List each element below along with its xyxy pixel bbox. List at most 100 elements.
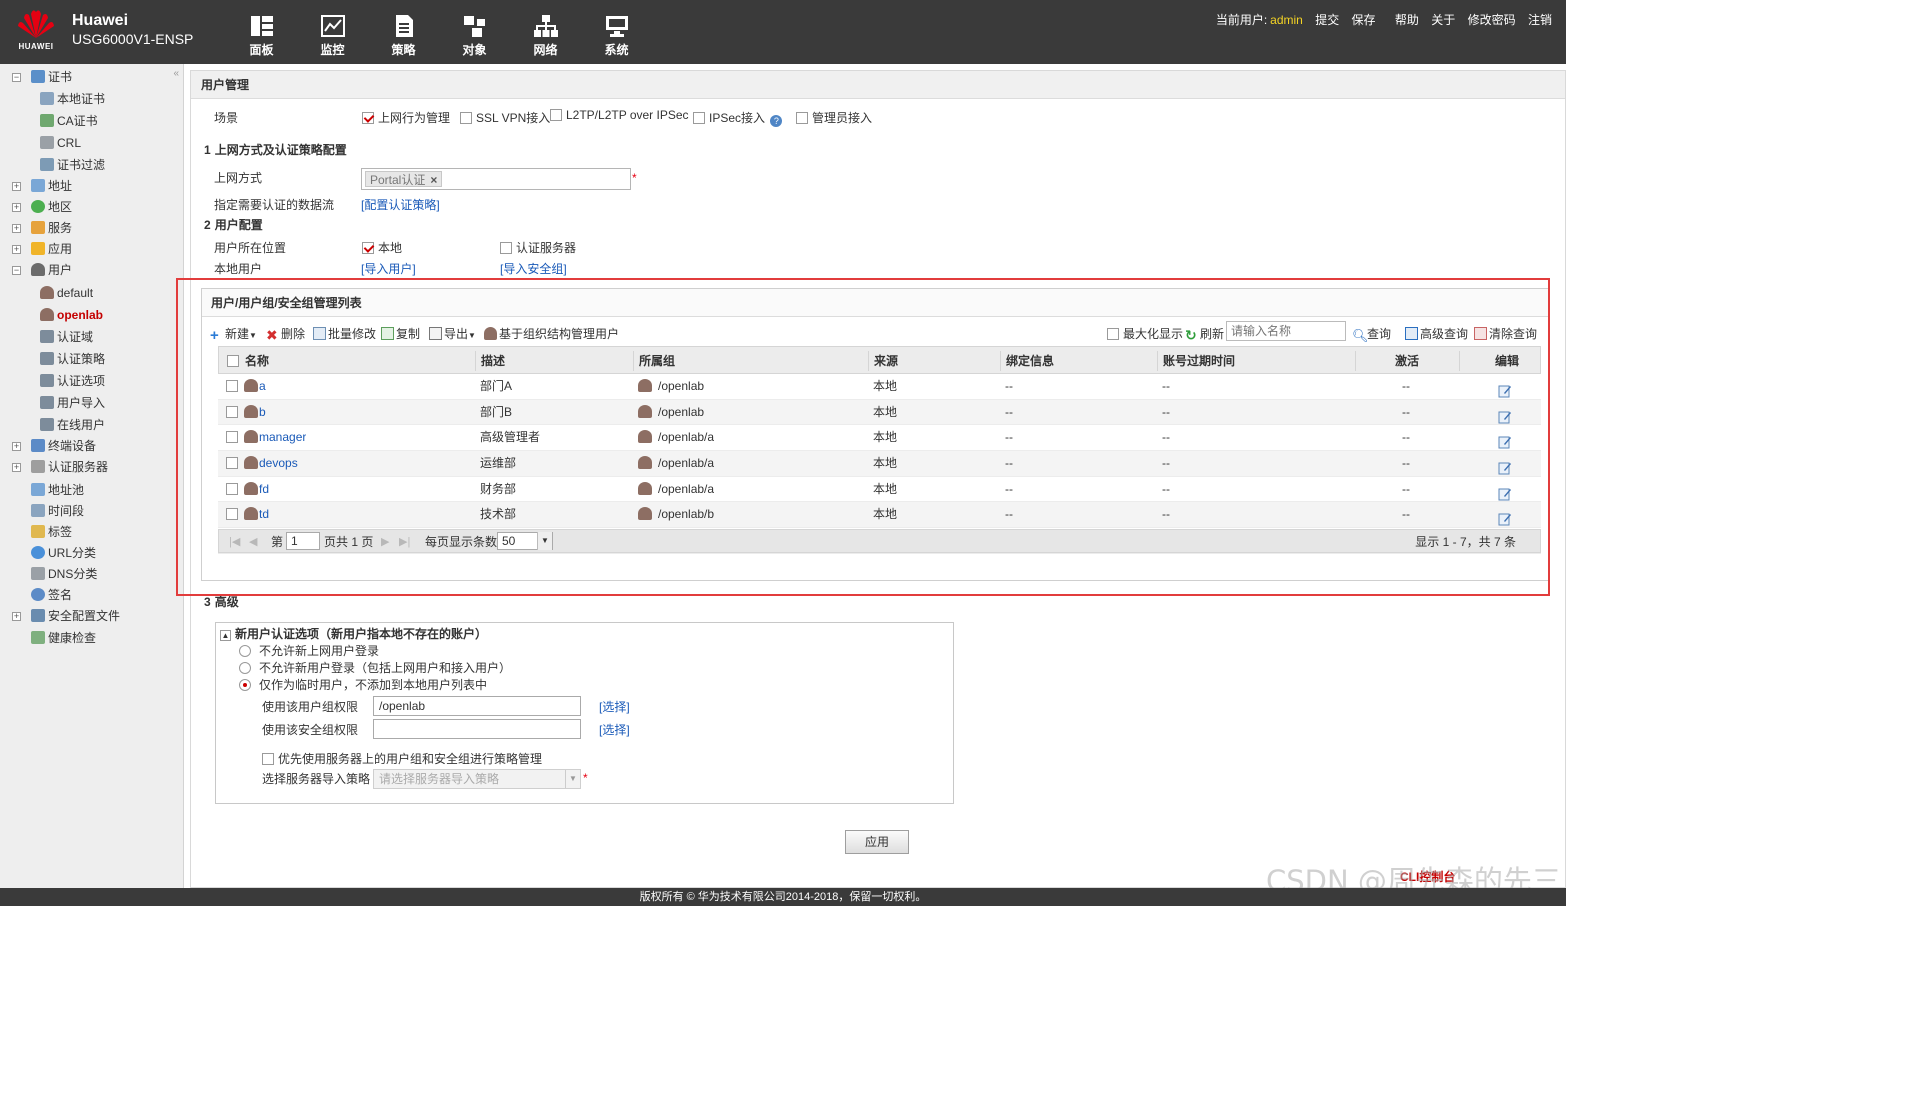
checkbox[interactable] [226,380,238,392]
table-row[interactable]: manager 高级管理者/openlab/a 本地 -- -- -- [218,425,1541,452]
logout-link[interactable]: 注销 [1528,13,1552,27]
row-checkbox[interactable] [226,451,242,477]
checkbox[interactable] [1107,328,1119,340]
tree-item-user-import[interactable]: 用户导入 [40,393,105,413]
copy-button[interactable]: 复制 [381,325,420,342]
tree-item-service[interactable]: 服务 [31,218,72,238]
scenario-l2tp[interactable]: L2TP/L2TP over IPSec [550,108,689,122]
tree-item-terminal[interactable]: 终端设备 [31,436,96,456]
about-link[interactable]: 关于 [1431,13,1455,27]
tree-item-local-cert[interactable]: 本地证书 [40,89,105,109]
import-user-link[interactable]: [导入用户] [361,260,416,277]
export-button[interactable]: 导出▼ [429,325,476,342]
next-page-icon[interactable]: ▶ [381,530,389,554]
tree-item-signature[interactable]: 签名 [31,585,72,605]
config-auth-policy-link[interactable]: [配置认证策略] [361,196,440,213]
expand-toggle-icon[interactable]: + [12,463,21,472]
col-name[interactable]: 名称 [245,347,269,375]
col-desc[interactable]: 描述 [481,347,505,375]
tree-item-dns-category[interactable]: DNS分类 [31,564,97,584]
checkbox[interactable] [226,431,238,444]
checkbox[interactable] [693,112,705,124]
checkbox[interactable] [262,753,274,765]
submit-link[interactable]: 提交 [1315,13,1339,27]
tree-item-time-range[interactable]: 时间段 [31,501,84,521]
import-security-group-link[interactable]: [导入安全组] [500,260,567,277]
maximize-toggle[interactable]: 最大化显示 [1107,325,1183,342]
checkbox[interactable] [550,109,562,121]
col-group[interactable]: 所属组 [639,347,675,375]
scenario-ssl-vpn[interactable]: SSL VPN接入 [460,109,550,126]
nav-object[interactable]: 对象 [439,14,510,58]
save-link[interactable]: 保存 [1352,13,1376,27]
radio[interactable] [239,679,251,691]
collapse-group-icon[interactable]: ▲ [220,630,231,641]
help-icon[interactable]: ? [770,115,783,127]
tree-item-address-pool[interactable]: 地址池 [31,480,84,500]
tree-item-openlab[interactable]: openlab [40,305,103,325]
col-expire[interactable]: 账号过期时间 [1163,347,1235,375]
nav-monitor[interactable]: 监控 [297,14,368,58]
search-input[interactable] [1226,321,1346,341]
checkbox[interactable] [796,112,808,124]
apply-button[interactable]: 应用 [845,830,909,854]
tree-item-auth-policy[interactable]: 认证策略 [40,349,105,369]
expand-toggle-icon[interactable]: + [12,182,21,191]
cell-name[interactable]: a [244,374,266,400]
nav-system[interactable]: 系统 [581,14,652,58]
help-link[interactable]: 帮助 [1395,13,1419,27]
tree-item-url-category[interactable]: URL分类 [31,543,96,563]
first-page-icon[interactable]: |◀ [229,530,240,554]
query-button[interactable]: 🔍︎查询 [1352,325,1391,343]
tree-item-address[interactable]: 地址 [31,176,72,196]
tree-item-auth-options[interactable]: 认证选项 [40,371,105,391]
tree-item-tag[interactable]: 标签 [31,522,72,542]
col-source[interactable]: 来源 [874,347,898,375]
tree-item-user[interactable]: 用户 [31,260,72,280]
collapse-toggle-icon[interactable]: − [12,73,21,82]
cell-name[interactable]: td [244,502,269,528]
table-row[interactable]: fd 财务部/openlab/a 本地 -- -- -- [218,477,1541,503]
tree-item-auth-server[interactable]: 认证服务器 [31,457,108,477]
last-page-icon[interactable]: ▶| [399,530,410,554]
select-all-checkbox[interactable] [227,347,243,375]
scenario-web-behavior[interactable]: 上网行为管理 [362,109,450,126]
row-checkbox[interactable] [226,374,242,400]
expand-toggle-icon[interactable]: + [12,612,21,621]
option-deny-new-users[interactable]: 不允许新用户登录（包括上网用户和接入用户） [239,659,511,676]
cell-name[interactable]: b [244,400,266,426]
checkbox[interactable] [227,355,239,367]
radio[interactable] [239,662,251,674]
collapse-sidebar-icon[interactable]: « [173,68,179,79]
checkbox[interactable] [226,457,238,470]
tree-item-security-profile[interactable]: 安全配置文件 [31,606,120,626]
group-permission-input[interactable]: /openlab [373,696,581,716]
checkbox[interactable] [362,112,374,124]
tree-item-cert[interactable]: 证书 [31,67,72,87]
batch-edit-button[interactable]: 批量修改 [313,325,376,342]
row-checkbox[interactable] [226,425,242,451]
option-temporary-user[interactable]: 仅作为临时用户，不添加到本地用户列表中 [239,676,487,693]
tree-item-application[interactable]: 应用 [31,239,72,259]
tree-item-default[interactable]: default [40,283,93,303]
scenario-ipsec[interactable]: IPSec接入 ? [693,109,783,127]
expand-toggle-icon[interactable]: + [12,203,21,212]
checkbox[interactable] [500,242,512,254]
radio[interactable] [239,645,251,657]
col-edit[interactable]: 编辑 [1495,347,1519,375]
nav-network[interactable]: 网络 [510,14,581,58]
tree-item-ca-cert[interactable]: CA证书 [40,111,98,131]
row-checkbox[interactable] [226,502,242,528]
delete-button[interactable]: ✖ 删除 [266,325,305,342]
checkbox[interactable] [460,112,472,124]
tree-item-online-users[interactable]: 在线用户 [40,415,105,435]
table-row[interactable]: devops 运维部/openlab/a 本地 -- -- -- [218,451,1541,477]
clear-query-button[interactable]: 清除查询 [1474,325,1537,342]
remove-token-icon[interactable]: × [430,172,437,188]
col-binding[interactable]: 绑定信息 [1006,347,1054,375]
row-checkbox[interactable] [226,400,242,426]
row-checkbox[interactable] [226,477,242,503]
tree-item-region[interactable]: 地区 [31,197,72,217]
nav-policy[interactable]: 策略 [368,14,439,58]
tree-item-health-check[interactable]: 健康检查 [31,628,96,648]
